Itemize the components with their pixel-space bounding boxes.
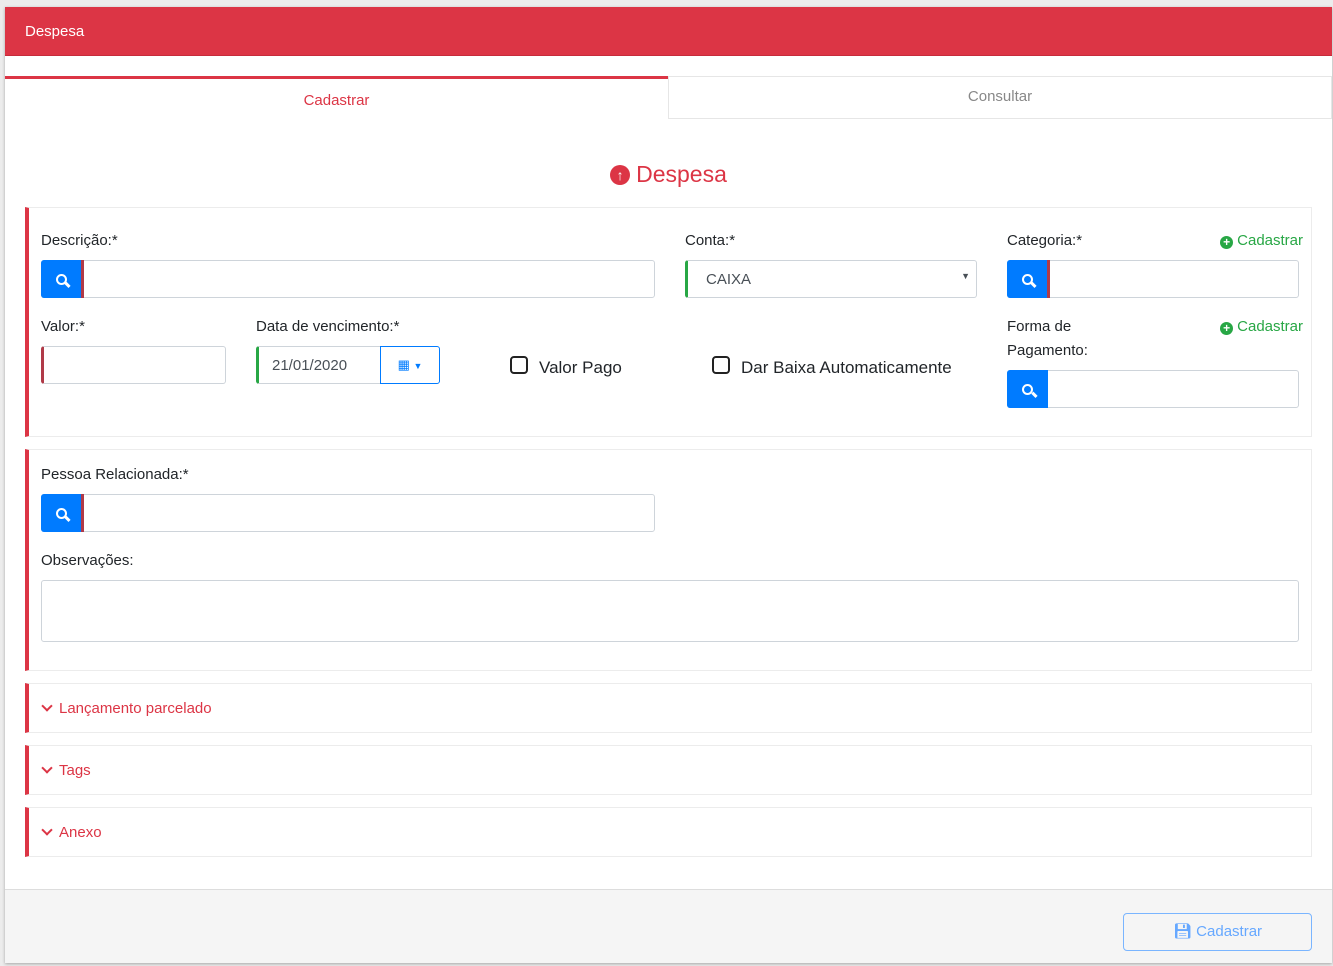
forma-pagamento-search-button[interactable] bbox=[1007, 370, 1048, 408]
despesa-card: Despesa Cadastrar Consultar ↑ Despesa Des… bbox=[5, 7, 1332, 963]
form-title: ↑ Despesa bbox=[5, 161, 1332, 188]
data-label: Data de vencimento:* bbox=[256, 318, 399, 335]
search-icon bbox=[56, 508, 67, 519]
observacoes-textarea[interactable] bbox=[41, 580, 1299, 642]
calendar-icon: ▦ bbox=[398, 357, 410, 372]
chevron-down-icon bbox=[41, 700, 52, 711]
plus-circle-icon: + bbox=[1220, 236, 1233, 249]
cadastrar-link-text: Cadastrar bbox=[1237, 318, 1303, 335]
forma-pagamento-cadastrar-link[interactable]: + Cadastrar bbox=[1220, 318, 1303, 335]
main-fields-panel: Descrição:* Conta:* CAIXA ▼ Categoria:* +… bbox=[25, 207, 1312, 437]
conta-label: Conta:* bbox=[685, 232, 735, 249]
save-icon: 💾︎ bbox=[1173, 923, 1192, 940]
descricao-input[interactable] bbox=[41, 260, 655, 298]
categoria-input[interactable] bbox=[1007, 260, 1299, 298]
search-icon bbox=[1022, 384, 1033, 395]
pessoa-panel: Pessoa Relacionada:* Observações: bbox=[25, 449, 1312, 671]
valor-input[interactable] bbox=[41, 346, 226, 384]
valor-label: Valor:* bbox=[41, 318, 85, 335]
section-tags[interactable]: Tags bbox=[25, 745, 1312, 795]
cadastrar-button[interactable]: 💾︎ Cadastrar bbox=[1123, 913, 1312, 951]
calendar-dropdown-button[interactable]: ▦ ▼ bbox=[380, 346, 440, 384]
forma-pagamento-label-2: Pagamento: bbox=[1007, 342, 1088, 359]
caret-down-icon: ▼ bbox=[414, 361, 423, 371]
caret-down-icon: ▼ bbox=[961, 271, 970, 281]
search-icon bbox=[1022, 274, 1033, 285]
section-label: Anexo bbox=[59, 824, 102, 841]
descricao-search-button[interactable] bbox=[41, 260, 84, 298]
card-footer: 💾︎ Cadastrar bbox=[5, 889, 1332, 963]
section-anexo[interactable]: Anexo bbox=[25, 807, 1312, 857]
forma-pagamento-input[interactable] bbox=[1007, 370, 1299, 408]
valor-pago-label: Valor Pago bbox=[539, 358, 622, 378]
section-label: Lançamento parcelado bbox=[59, 700, 212, 717]
valor-pago-checkbox[interactable] bbox=[510, 356, 528, 374]
search-icon bbox=[56, 274, 67, 285]
categoria-search-button[interactable] bbox=[1007, 260, 1050, 298]
plus-circle-icon: + bbox=[1220, 322, 1233, 335]
tab-cadastrar[interactable]: Cadastrar bbox=[5, 76, 668, 119]
observacoes-label: Observações: bbox=[41, 552, 134, 569]
section-label: Tags bbox=[59, 762, 91, 779]
chevron-down-icon bbox=[41, 762, 52, 773]
cadastrar-link-text: Cadastrar bbox=[1237, 232, 1303, 249]
cadastrar-button-label: Cadastrar bbox=[1196, 923, 1262, 940]
section-lancamento-parcelado[interactable]: Lançamento parcelado bbox=[25, 683, 1312, 733]
conta-value: CAIXA bbox=[706, 271, 751, 288]
forma-pagamento-label-1: Forma de bbox=[1007, 318, 1071, 335]
conta-select[interactable]: CAIXA ▼ bbox=[685, 260, 977, 298]
chevron-down-icon bbox=[41, 824, 52, 835]
categoria-cadastrar-link[interactable]: + Cadastrar bbox=[1220, 232, 1303, 249]
pessoa-label: Pessoa Relacionada:* bbox=[41, 466, 189, 483]
categoria-label: Categoria:* bbox=[1007, 232, 1082, 249]
arrow-circle-up-icon: ↑ bbox=[610, 165, 630, 185]
descricao-label: Descrição:* bbox=[41, 232, 118, 249]
card-header: Despesa bbox=[5, 7, 1332, 56]
form-title-text: Despesa bbox=[636, 161, 727, 187]
pessoa-input[interactable] bbox=[41, 494, 655, 532]
pessoa-search-button[interactable] bbox=[41, 494, 84, 532]
data-vencimento-input[interactable]: 21/01/2020 bbox=[256, 346, 381, 384]
tab-consultar[interactable]: Consultar bbox=[668, 76, 1332, 119]
dar-baixa-label: Dar Baixa Automaticamente bbox=[741, 358, 952, 378]
dar-baixa-checkbox[interactable] bbox=[712, 356, 730, 374]
